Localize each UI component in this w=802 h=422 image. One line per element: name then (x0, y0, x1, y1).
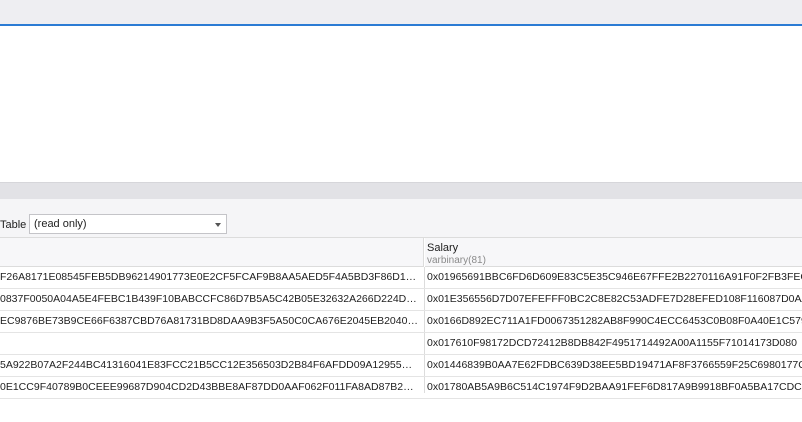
top-tab-strip (0, 0, 802, 26)
table-cell[interactable] (0, 333, 418, 354)
panel-splitter[interactable] (0, 182, 802, 199)
chevron-down-icon[interactable] (215, 223, 221, 227)
table-cell[interactable]: EC9876BE73B9CE66F6387CBD76A81731BD8DAA9B… (0, 311, 418, 332)
table-row[interactable]: 0E1CC9F40789B0CEEE99687D904CD2D43BBE8AF8… (0, 377, 802, 399)
table-row[interactable]: 0x017610F98172DCD72412B8DB842F4951714492… (0, 333, 802, 355)
column-header-label: Salary (427, 242, 459, 254)
query-editor-area[interactable] (0, 26, 802, 182)
column-header-type: varbinary(81) (427, 255, 486, 266)
table-cell[interactable]: 5A922B07A2F244BC41316041E83FCC21B5CC12E3… (0, 355, 418, 376)
table-cell[interactable]: F26A8171E08545FEB5DB96214901773E0E2CF5FC… (0, 267, 418, 288)
table-cell[interactable]: 0x01965691BBC6FD6D609E83C5E35C946E67FFE2… (425, 267, 802, 288)
column-header-salary[interactable]: Salary varbinary(81) (425, 238, 802, 267)
table-cell[interactable]: 0E1CC9F40789B0CEEE99687D904CD2D43BBE8AF8… (0, 377, 418, 398)
table-cell[interactable]: 0x01780AB5A9B6C514C1974F9D2BAA91FEF6D817… (425, 377, 802, 398)
table-row[interactable]: EC9876BE73B9CE66F6387CBD76A81731BD8DAA9B… (0, 311, 802, 333)
table-select[interactable]: (read only) (29, 214, 227, 234)
table-cell[interactable]: 0x0166D892EC711A1FD0067351282AB8F990C4EC… (425, 311, 802, 332)
table-row[interactable]: 5A922B07A2F244BC41316041E83FCC21B5CC12E3… (0, 355, 802, 377)
column-header-hash[interactable] (0, 238, 424, 267)
results-grid: Salary varbinary(81) F26A8171E08545FEB5D… (0, 237, 802, 422)
table-row[interactable]: F26A8171E08545FEB5DB96214901773E0E2CF5FC… (0, 267, 802, 289)
table-cell[interactable]: 0x01446839B0AA7E62FDBC639D38EE5BD19471AF… (425, 355, 802, 376)
table-cell[interactable]: 0x017610F98172DCD72412B8DB842F4951714492… (425, 333, 802, 354)
table-label: Table (0, 219, 27, 231)
table-select-value: (read only) (34, 218, 87, 230)
table-row[interactable]: 0837F0050A04A5E4FEBC1B439F10BABCCFC86D7B… (0, 289, 802, 311)
table-cell[interactable]: 0x01E356556D7D07EFEFFF0BC2C8E82C53ADFE7D… (425, 289, 802, 310)
table-cell[interactable]: 0837F0050A04A5E4FEBC1B439F10BABCCFC86D7B… (0, 289, 418, 310)
